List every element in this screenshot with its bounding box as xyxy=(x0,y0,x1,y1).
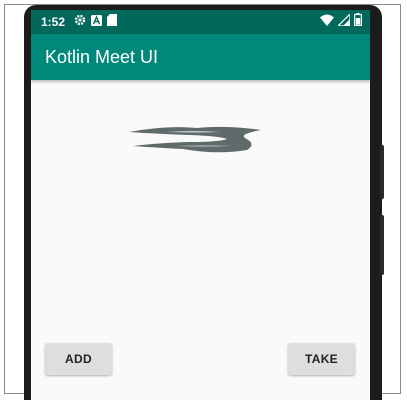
status-bar: 1:52 xyxy=(31,10,370,34)
app-bar: Kotlin Meet UI xyxy=(31,34,370,80)
phone-screen: 1:52 Kotlin Meet UI ADD TAKE xyxy=(31,10,370,400)
add-button[interactable]: ADD xyxy=(45,343,112,375)
a-badge-icon xyxy=(91,13,102,31)
volume-button[interactable] xyxy=(380,215,384,275)
squashed-image xyxy=(127,122,267,156)
status-time: 1:52 xyxy=(41,15,66,29)
squashed-graphic-icon xyxy=(129,126,261,153)
signal-icon xyxy=(336,12,351,31)
take-button[interactable]: TAKE xyxy=(288,343,355,375)
power-button[interactable] xyxy=(380,145,384,199)
app-title: Kotlin Meet UI xyxy=(45,47,159,67)
wifi-icon xyxy=(320,13,334,31)
battery-icon xyxy=(354,13,363,31)
sd-card-icon xyxy=(107,13,117,31)
gear-icon xyxy=(74,13,86,31)
